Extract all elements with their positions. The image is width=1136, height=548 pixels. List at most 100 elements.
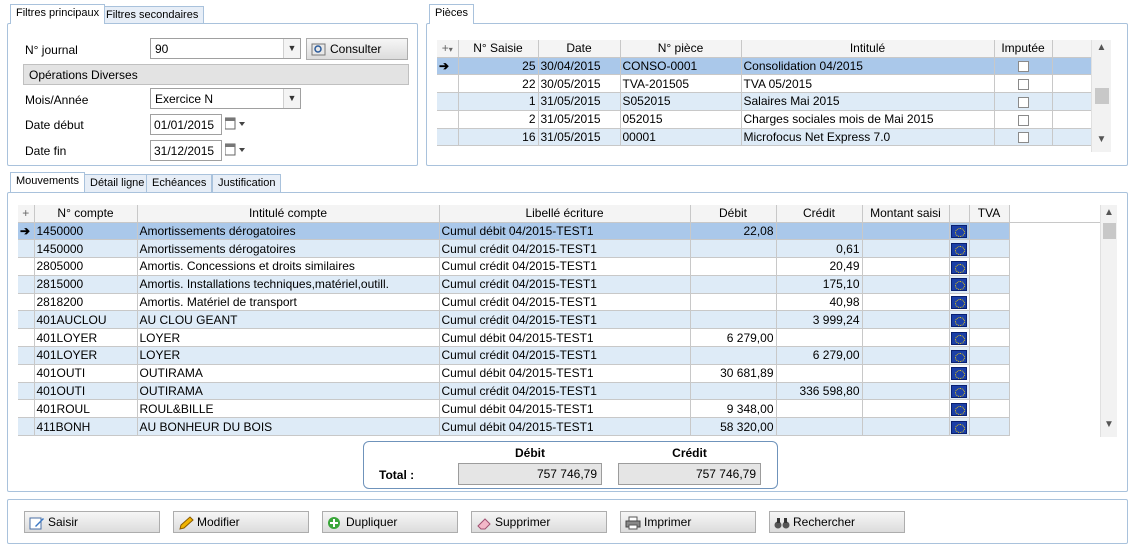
tab-justification[interactable]: Justification bbox=[212, 174, 282, 192]
table-row[interactable]: 401OUTI OUTIRAMA Cumul débit 04/2015-TEST1… bbox=[18, 364, 1100, 383]
period-select[interactable]: Exercice N ▼ bbox=[150, 88, 301, 109]
eu-flag-icon[interactable] bbox=[951, 260, 967, 274]
eu-flag-icon[interactable] bbox=[951, 242, 967, 256]
cell-compte: 401AUCLOU bbox=[34, 310, 138, 330]
cell-tva bbox=[969, 364, 1010, 383]
table-row[interactable]: 411BONH AU BONHEUR DU BOIS Cumul débit 04/… bbox=[18, 417, 1100, 437]
tab-detail-ligne[interactable]: Détail ligne bbox=[84, 174, 151, 192]
table-row[interactable]: ➔ 1450000 Amortissements dérogatoires Cumul… bbox=[18, 222, 1100, 241]
eu-flag-icon[interactable] bbox=[951, 225, 967, 239]
table-row[interactable]: 22 30/05/2015 TVA-201505 TVA 05/2015 bbox=[437, 74, 1092, 94]
cell-compte: 401LOYER bbox=[34, 346, 138, 365]
cell-saisie: 25 bbox=[458, 57, 539, 76]
saisir-label: Saisir bbox=[48, 515, 79, 529]
saisir-button[interactable]: Saisir bbox=[24, 511, 160, 533]
pieces-scrollbar[interactable]: ▲ ▼ bbox=[1091, 40, 1111, 152]
cell-flag bbox=[949, 222, 970, 241]
end-date-field[interactable]: 31/12/2015 bbox=[150, 140, 222, 161]
scroll-up-icon[interactable]: ▲ bbox=[1092, 42, 1111, 58]
supprimer-button[interactable]: Supprimer bbox=[471, 511, 607, 533]
scroll-down-icon[interactable]: ▼ bbox=[1101, 419, 1117, 435]
chevron-down-icon[interactable]: ▼ bbox=[283, 89, 300, 108]
row-pointer-cell bbox=[437, 128, 459, 147]
table-row[interactable]: 1 31/05/2015 S052015 Salaires Mai 2015 bbox=[437, 92, 1092, 111]
tab-pieces[interactable]: Pièces bbox=[429, 4, 475, 24]
start-date-label: Date début bbox=[25, 118, 84, 132]
eu-flag-icon[interactable] bbox=[951, 278, 967, 292]
col-intitule-compte[interactable]: Intitulé compte bbox=[137, 205, 440, 223]
table-row[interactable]: 2815000 Amortis. Installations techniques… bbox=[18, 275, 1100, 294]
start-date-field[interactable]: 01/01/2015 bbox=[150, 114, 222, 135]
table-row[interactable]: 401AUCLOU AU CLOU GEANT Cumul crédit 04/20… bbox=[18, 310, 1100, 330]
cell-intitule: Consolidation 04/2015 bbox=[741, 57, 995, 76]
table-row[interactable]: 16 31/05/2015 00001 Microfocus Net Expre… bbox=[437, 128, 1092, 147]
table-row[interactable]: 401LOYER LOYER Cumul débit 04/2015-TEST1 6 … bbox=[18, 328, 1100, 348]
row-pointer-cell bbox=[18, 257, 35, 276]
table-row[interactable]: 2805000 Amortis. Concessions et droits si… bbox=[18, 257, 1100, 276]
period-value: Exercice N bbox=[155, 92, 214, 106]
col-saisie[interactable]: N° Saisie bbox=[458, 40, 539, 58]
journal-select[interactable]: 90 ▼ bbox=[150, 38, 301, 59]
col-libelle[interactable]: Libellé écriture bbox=[439, 205, 691, 223]
tab-mouvements[interactable]: Mouvements bbox=[10, 172, 85, 192]
eu-flag-icon[interactable] bbox=[951, 420, 967, 434]
imprimer-button[interactable]: Imprimer bbox=[620, 511, 756, 533]
eu-flag-icon[interactable] bbox=[951, 296, 967, 310]
total-label: Total : bbox=[379, 468, 415, 482]
table-row[interactable]: 2 31/05/2015 052015 Charges sociales moi… bbox=[437, 110, 1092, 129]
tab-filtres-secondaires[interactable]: Filtres secondaires bbox=[100, 6, 205, 24]
col-tva[interactable]: TVA bbox=[969, 205, 1010, 223]
col-date[interactable]: Date bbox=[538, 40, 621, 58]
col-debit[interactable]: Débit bbox=[690, 205, 777, 223]
cell-compte: 1450000 bbox=[34, 239, 138, 259]
cell-piece: CONSO-0001 bbox=[620, 57, 742, 76]
imputee-checkbox[interactable] bbox=[1017, 79, 1029, 91]
col-compte[interactable]: N° compte bbox=[34, 205, 138, 223]
column-options-icon[interactable]: + bbox=[18, 205, 35, 223]
cell-montant-saisi bbox=[862, 310, 950, 330]
imputee-checkbox[interactable] bbox=[1017, 132, 1029, 144]
tab-filtres-principaux[interactable]: Filtres principaux bbox=[10, 4, 106, 24]
col-flag bbox=[949, 205, 970, 223]
cell-intitule-compte: LOYER bbox=[137, 328, 440, 348]
eu-flag-icon[interactable] bbox=[951, 385, 967, 399]
col-imputee[interactable]: Imputée bbox=[994, 40, 1053, 58]
column-options-icon[interactable]: +▾ bbox=[437, 40, 459, 58]
consulter-button[interactable]: Consulter bbox=[306, 38, 408, 60]
imputee-checkbox[interactable] bbox=[1017, 61, 1029, 73]
table-row[interactable]: 401OUTI OUTIRAMA Cumul crédit 04/2015-TEST… bbox=[18, 382, 1100, 401]
col-credit[interactable]: Crédit bbox=[776, 205, 863, 223]
cell-montant-saisi bbox=[862, 417, 950, 437]
calendar-icon[interactable] bbox=[224, 117, 247, 134]
table-row[interactable]: 1450000 Amortissements dérogatoires Cumul … bbox=[18, 239, 1100, 259]
eu-flag-icon[interactable] bbox=[951, 314, 967, 328]
scroll-thumb[interactable] bbox=[1103, 223, 1116, 239]
table-row[interactable]: 401LOYER LOYER Cumul crédit 04/2015-TEST1 6… bbox=[18, 346, 1100, 365]
col-piece[interactable]: N° pièce bbox=[620, 40, 742, 58]
eu-flag-icon[interactable] bbox=[951, 367, 967, 381]
scroll-thumb[interactable] bbox=[1095, 88, 1109, 104]
dupliquer-button[interactable]: Dupliquer bbox=[322, 511, 458, 533]
cell-filler bbox=[1009, 346, 1100, 365]
table-row[interactable]: ➔ 25 30/04/2015 CONSO-0001 Consolidation… bbox=[437, 57, 1092, 76]
tab-echeances[interactable]: Echéances bbox=[146, 174, 213, 192]
scroll-up-icon[interactable]: ▲ bbox=[1101, 207, 1117, 223]
col-montant-saisi[interactable]: Montant saisi bbox=[862, 205, 950, 223]
row-pointer-icon: ➔ bbox=[18, 222, 35, 241]
eu-flag-icon[interactable] bbox=[951, 331, 967, 345]
table-row[interactable]: 401ROUL ROUL&BILLE Cumul débit 04/2015-TES… bbox=[18, 399, 1100, 419]
eu-flag-icon[interactable] bbox=[951, 349, 967, 363]
imputee-checkbox[interactable] bbox=[1017, 114, 1029, 126]
mouvements-scrollbar[interactable]: ▲ ▼ bbox=[1100, 205, 1117, 437]
chevron-down-icon[interactable]: ▼ bbox=[283, 39, 300, 58]
modifier-button[interactable]: Modifier bbox=[173, 511, 309, 533]
cell-tva bbox=[969, 399, 1010, 419]
imputee-checkbox[interactable] bbox=[1017, 96, 1029, 108]
table-row[interactable]: 2818200 Amortis. Matériel de transport Cum… bbox=[18, 293, 1100, 312]
col-intitule[interactable]: Intitulé bbox=[741, 40, 995, 58]
eu-flag-icon[interactable] bbox=[951, 403, 967, 417]
rechercher-button[interactable]: Rechercher bbox=[769, 511, 905, 533]
calendar-icon[interactable] bbox=[224, 143, 247, 160]
scroll-down-icon[interactable]: ▼ bbox=[1092, 134, 1111, 150]
cell-imputee bbox=[994, 128, 1053, 147]
